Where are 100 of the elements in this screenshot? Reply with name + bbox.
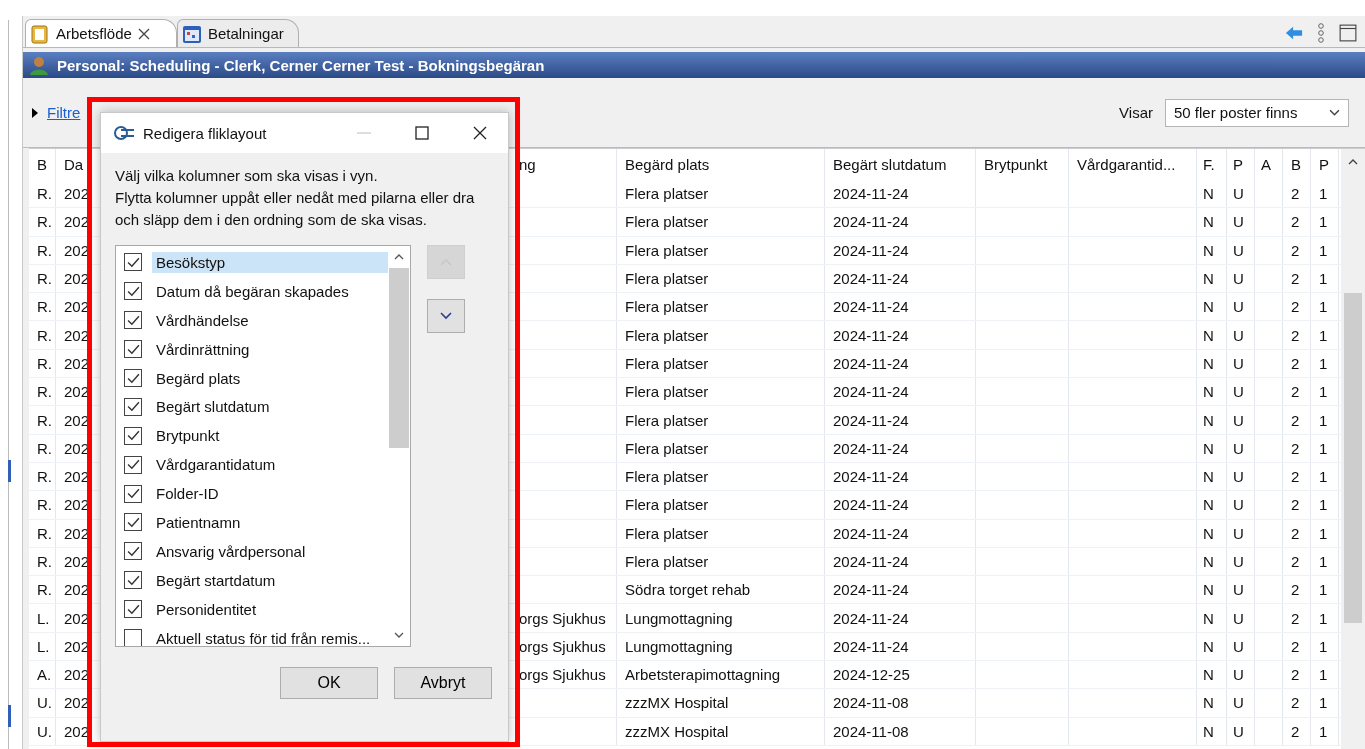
column-header[interactable]: B <box>1283 149 1311 180</box>
list-item[interactable]: Patientnamn <box>152 511 388 533</box>
list-item[interactable]: Begärt startdatum <box>152 569 388 591</box>
table-cell: N <box>1203 213 1214 231</box>
table-cell: R. <box>37 439 52 457</box>
table-cell: 2024-11-24 <box>833 326 909 344</box>
cancel-button[interactable]: Avbryt <box>394 667 492 699</box>
table-cell: 1 <box>1319 581 1328 599</box>
column-header[interactable]: F. <box>1197 149 1227 180</box>
table-cell: U <box>1233 411 1244 429</box>
table-cell: 2024-11-24 <box>833 553 909 570</box>
table-cell: N <box>1203 553 1214 570</box>
table-cell: 2 <box>1291 439 1300 457</box>
list-item[interactable]: Ansvarig vårdpersonal <box>152 540 388 562</box>
table-cell: U <box>1233 383 1244 401</box>
list-item[interactable]: Datum då begäran skapades <box>152 280 388 302</box>
table-cell: U <box>1233 637 1244 655</box>
table-cell: 2 <box>1291 354 1300 372</box>
table-cell: R. <box>37 383 52 401</box>
table-cell: R. <box>37 553 52 570</box>
list-item[interactable]: Besökstyp <box>152 251 388 273</box>
table-cell: 2 <box>1291 524 1300 542</box>
table-cell: 1 <box>1319 637 1328 655</box>
tab[interactable]: Arbetsflöde <box>25 19 177 47</box>
table-cell: 1 <box>1319 241 1328 259</box>
column-header[interactable]: Begärd plats <box>617 149 825 180</box>
table-cell: 1 <box>1319 185 1328 203</box>
table-cell: N <box>1203 666 1214 684</box>
table-cell: 2024-11-24 <box>833 637 909 655</box>
table-cell: 1 <box>1319 524 1328 542</box>
table-cell: 2024-11-24 <box>833 241 909 259</box>
tab[interactable]: Betalningar <box>176 19 299 47</box>
table-cell: 1 <box>1319 213 1328 231</box>
panel-title: Personal: Scheduling - Clerk, Cerner Cerner Test - Bokningsbegäran <box>57 56 545 74</box>
column-header[interactable]: P <box>1311 149 1339 180</box>
table-cell: N <box>1203 524 1214 542</box>
table-cell: Flera platser <box>625 270 709 288</box>
column-header[interactable]: A <box>1255 149 1283 180</box>
table-cell: N <box>1203 581 1214 599</box>
table-cell: U <box>1233 496 1244 514</box>
list-item[interactable]: Folder-ID <box>152 483 388 505</box>
table-cell: N <box>1203 411 1214 429</box>
column-header[interactable]: Brytpunkt <box>976 149 1069 180</box>
table-cell: R. <box>37 468 52 486</box>
table-cell: L. <box>37 637 50 655</box>
table-cell: U <box>1233 439 1244 457</box>
table-cell: L. <box>37 609 50 627</box>
list-item[interactable]: Brytpunkt <box>152 425 388 447</box>
table-cell: Flera platser <box>625 326 709 344</box>
table-cell: 2 <box>1291 609 1300 627</box>
column-header[interactable]: Begärt slutdatum <box>825 149 976 180</box>
dialog-description: Välj vilka kolumner som ska visas i vyn. <box>115 166 379 186</box>
column-header[interactable]: Vårdgarantid... <box>1069 149 1197 180</box>
list-item[interactable]: Vårdhändelse <box>152 309 388 331</box>
dialog-description: Flytta kolumner uppåt eller nedåt med pilarna eller dra och släpp dem i den ordning som de ska visas. <box>115 188 475 230</box>
table-cell: 1 <box>1319 354 1328 372</box>
table-cell: 2024-11-08 <box>833 722 909 740</box>
table-cell: 2024-11-24 <box>833 524 909 542</box>
table-cell: R. <box>37 496 52 514</box>
table-cell: N <box>1203 298 1214 316</box>
table-cell: R. <box>37 581 52 599</box>
list-item[interactable]: Aktuell status för tid från remis... <box>152 627 388 646</box>
table-cell: N <box>1203 439 1214 457</box>
table-cell: 2 <box>1291 468 1300 486</box>
column-header[interactable]: B <box>29 149 56 180</box>
list-item[interactable]: Personidentitet <box>152 598 388 620</box>
table-cell: U <box>1233 213 1244 231</box>
table-cell: R. <box>37 524 52 542</box>
table-cell: N <box>1203 326 1214 344</box>
list-item[interactable]: Begärt slutdatum <box>152 396 388 418</box>
table-cell: Lungmottagning <box>625 609 733 627</box>
filter-link[interactable]: Filtre <box>47 104 81 121</box>
view-dropdown[interactable]: 50 fler poster finns <box>1165 98 1349 127</box>
table-cell: Flera platser <box>625 185 709 203</box>
table-cell: 1 <box>1319 439 1328 457</box>
column-header[interactable]: P <box>1227 149 1255 180</box>
table-cell: zzzMX Hospital <box>625 722 729 740</box>
list-item[interactable]: Vårdgarantidatum <box>152 454 388 476</box>
ok-button[interactable]: OK <box>280 667 378 699</box>
table-cell: R. <box>37 298 52 316</box>
table-cell: 1 <box>1319 468 1328 486</box>
table-cell: 2 <box>1291 637 1300 655</box>
table-cell: orgs Sjukhus <box>519 609 606 627</box>
table-cell: 2024-11-24 <box>833 213 909 231</box>
table-cell: 2024-11-24 <box>833 354 909 372</box>
table-cell: 1 <box>1319 553 1328 570</box>
table-cell: Flera platser <box>625 383 709 401</box>
table-cell: Flera platser <box>625 354 709 372</box>
list-item[interactable]: Begärd plats <box>152 367 388 389</box>
table-cell: U <box>1233 185 1244 203</box>
table-cell: N <box>1203 383 1214 401</box>
table-cell: 1 <box>1319 496 1328 514</box>
list-item[interactable]: Vårdinrättning <box>152 338 388 360</box>
table-cell: Flera platser <box>625 439 709 457</box>
table-cell: 2024-11-24 <box>833 411 909 429</box>
table-cell: 2 <box>1291 383 1300 401</box>
dialog-title: Redigera fliklayout <box>143 124 267 142</box>
table-cell: Flera platser <box>625 411 709 429</box>
table-cell: U <box>1233 270 1244 288</box>
table-cell: U <box>1233 694 1244 712</box>
